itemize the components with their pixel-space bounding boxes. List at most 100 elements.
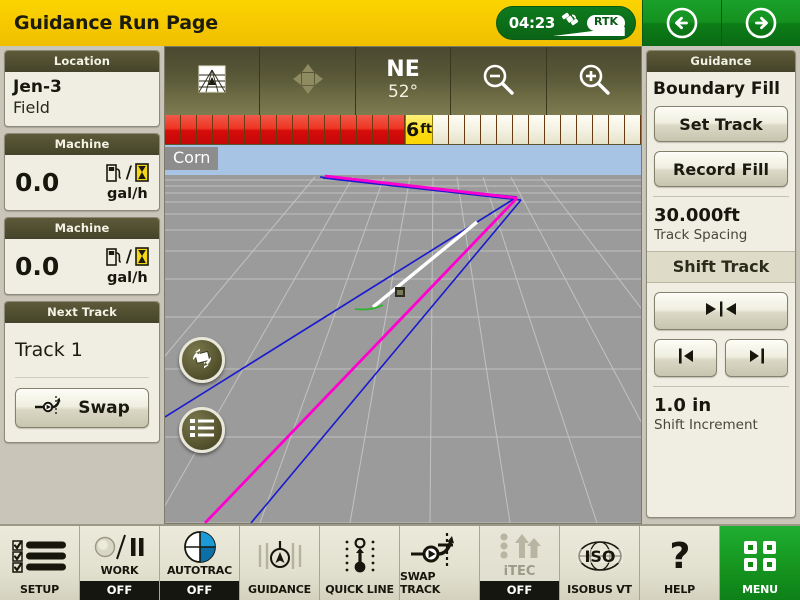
pan-button[interactable] — [260, 47, 356, 115]
taskbar-button-guidance[interactable]: GUIDANCE — [240, 526, 320, 600]
offset-distance-unit: ft — [420, 122, 433, 137]
set-track-label: Set Track — [679, 114, 763, 134]
taskbar-button-isobus-vt[interactable]: ISO ISOBUS VT — [560, 526, 640, 600]
lightbar-segment — [625, 115, 641, 144]
taskbar-button-label: iTEC — [503, 564, 536, 579]
shift-direction-row — [654, 339, 788, 377]
arrow-left-circle-icon — [665, 6, 699, 40]
lightbar-segment — [245, 115, 260, 144]
machine-2-value: 0.0 — [15, 251, 60, 281]
lightbar-segment — [545, 115, 561, 144]
taskbar-button-quick-line[interactable]: QUICK LINE — [320, 526, 400, 600]
shift-increment-value: 1.0 in — [654, 395, 712, 416]
map-view[interactable]: Corn — [165, 145, 641, 523]
bottom-taskbar: SETUP WORK OFF AUTOTRAC OFF GUIDANCE QUICK LIN… — [0, 524, 800, 600]
lightbar-right-segments — [433, 115, 641, 144]
heading-direction: NE — [386, 56, 420, 82]
zoom-in-icon — [576, 61, 612, 101]
lightbar-segment — [197, 115, 212, 144]
zoom-in-button[interactable] — [547, 47, 641, 115]
shift-right-icon — [743, 347, 771, 370]
taskbar-button-label: AUTOTRAC — [167, 564, 232, 577]
lightbar-segment — [481, 115, 497, 144]
rotate-view-button[interactable] — [179, 337, 225, 383]
guidance-mode-title: Boundary Fill — [653, 79, 780, 99]
next-track-card-header: Next Track — [5, 301, 159, 323]
lightbar-segment — [357, 115, 372, 144]
shift-increment-label: Shift Increment — [654, 417, 758, 433]
iso-globe-icon: ISO — [571, 526, 629, 583]
location-card: Location Jen-3 Field — [4, 50, 160, 127]
back-button[interactable] — [642, 0, 721, 46]
shift-center-icon — [700, 300, 742, 323]
offset-distance: 6 — [406, 118, 420, 141]
taskbar-button-itec[interactable]: iTEC OFF — [480, 526, 560, 600]
next-track-card: Next Track Track 1 Swap — [4, 300, 160, 443]
shift-center-button[interactable] — [654, 292, 788, 330]
location-type: Field — [13, 97, 50, 117]
swap-button[interactable]: Swap — [15, 387, 149, 428]
taskbar-button-work[interactable]: WORK OFF — [80, 526, 160, 600]
work-toggle-icon — [93, 526, 147, 564]
lightbar-left-segments — [165, 115, 405, 144]
guidance-icon — [255, 526, 305, 583]
taskbar-button-autotrac[interactable]: AUTOTRAC OFF — [160, 526, 240, 600]
taskbar-button-state: OFF — [80, 581, 159, 600]
fuel-pump-icon — [105, 247, 123, 266]
location-card-body: Jen-3 Field — [5, 72, 159, 126]
lightbar-segment — [165, 115, 180, 144]
checklist-icon — [11, 526, 68, 583]
taskbar-button-help[interactable]: ? HELP — [640, 526, 720, 600]
taskbar-button-label: MENU — [742, 583, 778, 596]
left-sidebar: Location Jen-3 Field Machine 0.0 / gal/h… — [0, 46, 164, 524]
lightbar-segment — [529, 115, 545, 144]
shift-right-button[interactable] — [725, 339, 788, 377]
page-title: Guidance Run Page — [14, 12, 218, 34]
swap-track-icon — [409, 526, 471, 570]
lightbar-segment — [433, 115, 449, 144]
lightbar-segment — [513, 115, 529, 144]
record-fill-button[interactable]: Record Fill — [654, 151, 788, 187]
field-view-button[interactable] — [165, 47, 261, 115]
list-layers-icon — [188, 416, 216, 444]
heading-degrees: 52° — [387, 81, 419, 102]
itec-icon — [496, 526, 544, 564]
forward-button[interactable] — [721, 0, 800, 46]
shift-track-section-title: Shift Track — [647, 251, 795, 283]
lightbar-segment — [593, 115, 609, 144]
hourglass-icon — [135, 247, 149, 266]
shift-left-button[interactable] — [654, 339, 717, 377]
heading-indicator[interactable]: NE 52° — [356, 47, 452, 115]
guidance-panel-header: Guidance — [647, 51, 795, 72]
taskbar-button-swap-track[interactable]: SWAP TRACK — [400, 526, 480, 600]
unit-separator: / — [125, 246, 132, 267]
taskbar-button-setup[interactable]: SETUP — [0, 526, 80, 600]
lightbar-segment — [325, 115, 340, 144]
taskbar-button-label: ISOBUS VT — [567, 583, 632, 596]
unit-separator: / — [125, 162, 132, 183]
divider — [653, 196, 789, 197]
pan-arrows-icon — [288, 60, 328, 102]
set-track-button[interactable]: Set Track — [654, 106, 788, 142]
machine-card-2-body: 0.0 / gal/h — [5, 239, 159, 294]
zoom-out-icon — [480, 61, 516, 101]
zoom-out-button[interactable] — [451, 47, 547, 115]
lightbar-segment — [229, 115, 244, 144]
lightbar-segment — [309, 115, 324, 144]
svg-text:?: ? — [669, 538, 690, 574]
machine-1-value: 0.0 — [15, 167, 60, 197]
divider — [15, 376, 149, 378]
field-perspective-icon — [195, 62, 229, 100]
location-name: Jen-3 — [13, 77, 62, 97]
swap-button-label: Swap — [78, 397, 130, 418]
machine-card-1-header: Machine — [5, 133, 159, 155]
taskbar-button-menu[interactable]: MENU — [720, 526, 800, 600]
map-layers-button[interactable] — [179, 407, 225, 453]
record-fill-label: Record Fill — [673, 159, 769, 179]
divider — [653, 386, 789, 387]
arrow-right-circle-icon — [744, 6, 778, 40]
machine-2-unit-label: gal/h — [107, 269, 148, 286]
lightbar-segment — [373, 115, 388, 144]
track-spacing-label: Track Spacing — [654, 227, 748, 243]
page-header: Guidance Run Page 04:23 RTK — [0, 0, 800, 46]
